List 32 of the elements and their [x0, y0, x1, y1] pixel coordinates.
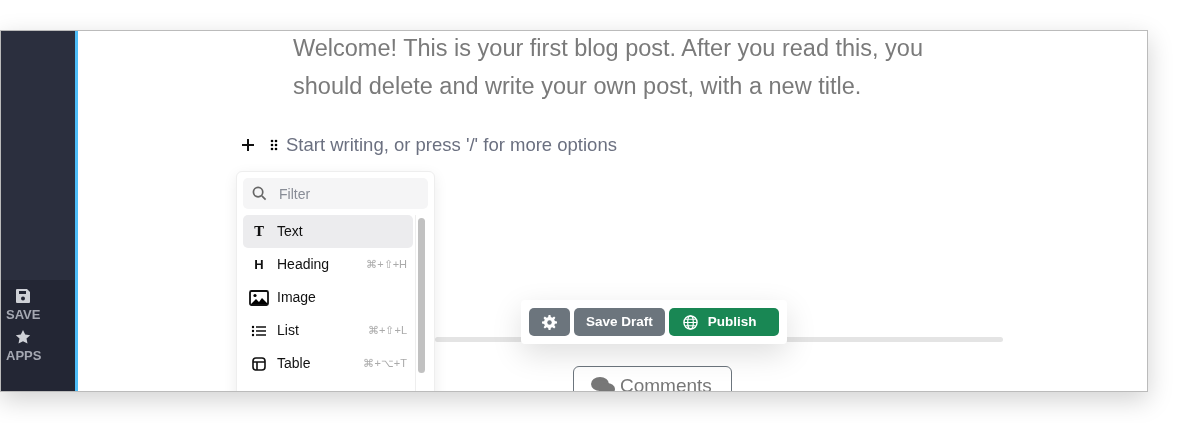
menu-item[interactable]: List ⌘+⇧+L [243, 314, 413, 347]
comments-icon [590, 376, 616, 391]
settings-button[interactable] [529, 308, 570, 336]
shortcut-hint: ⌘+⇧+L [368, 323, 407, 339]
settings-icon [542, 314, 557, 330]
sidebar-label: APPS [6, 348, 42, 364]
image-icon [249, 288, 269, 307]
globe-icon [682, 314, 698, 330]
save-draft-button[interactable]: Save Draft [574, 308, 665, 336]
block-placeholder[interactable]: Start writing, or press '/' for more options [286, 131, 617, 159]
filter-field[interactable]: Filter [243, 178, 428, 209]
sidebar-item[interactable]: SAVE [1, 288, 75, 323]
drag-handle-icon [270, 139, 278, 151]
sidebar-item[interactable]: APPS [1, 329, 75, 364]
comments-button[interactable]: Comments [573, 366, 732, 391]
publish-button[interactable]: Publish [668, 308, 779, 336]
save-icon [15, 288, 31, 304]
star-icon [15, 329, 31, 345]
shortcut-hint: ⌘+⌥+T [363, 356, 407, 372]
sidebar-label: SAVE [6, 307, 41, 323]
table-icon [251, 355, 267, 372]
text-type-icon: T [254, 223, 264, 240]
shortcut-hint: ⌘+⇧+H [366, 257, 407, 273]
menu-item[interactable]: Table ⌘+⌥+T [243, 347, 413, 380]
menu-item[interactable]: Image [243, 281, 413, 314]
menu-item[interactable]: T Text [243, 215, 413, 248]
menu-item[interactable]: H Heading ⌘+⇧+H [243, 248, 413, 281]
add-icon [241, 138, 255, 152]
scrollbar-thumb[interactable] [418, 218, 425, 373]
heading-icon: H [254, 256, 264, 273]
paragraph-line: Welcome! This is your first blog post. After you read this, you [293, 34, 924, 63]
paragraph-line: should delete and write your own post, with a new title. [293, 72, 863, 101]
